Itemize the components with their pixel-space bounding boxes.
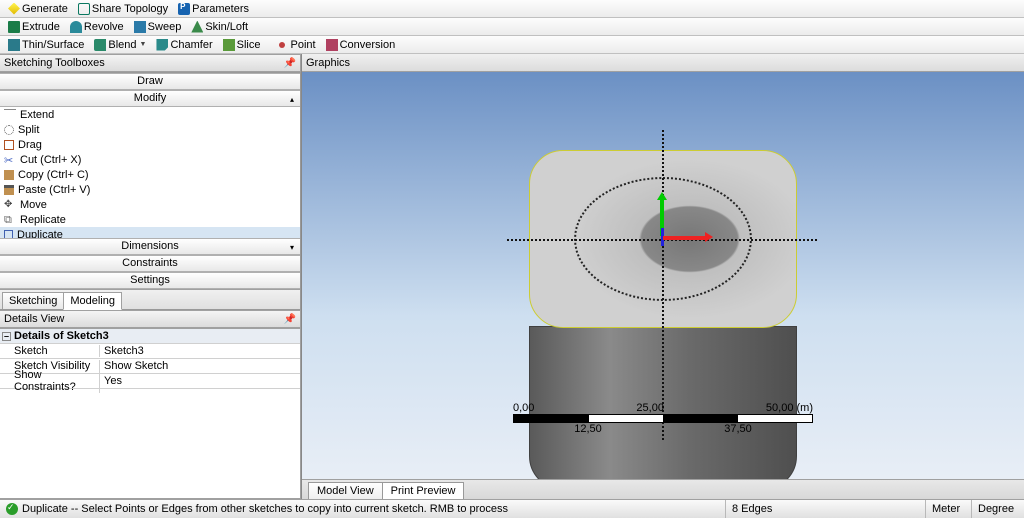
- parameters-button[interactable]: Parameters: [174, 1, 253, 17]
- chamfer-icon: [156, 39, 168, 51]
- revolve-icon: [70, 21, 82, 33]
- sketching-tab[interactable]: Sketching: [2, 292, 64, 309]
- paste-item[interactable]: Paste (Ctrl+ V): [0, 182, 300, 197]
- paste-icon: [4, 185, 14, 195]
- scale-bar: 0,0025,0050,00 (m) 12,5037,50: [513, 402, 813, 435]
- cut-icon: ✂: [4, 154, 16, 166]
- point-button[interactable]: Point: [272, 37, 319, 53]
- dropdown-icon: ▼: [140, 41, 147, 48]
- status-message: Duplicate -- Select Points or Edges from…: [0, 500, 726, 518]
- sketch-axis-v: [662, 130, 664, 440]
- model-view-tab[interactable]: Model View: [308, 482, 383, 499]
- conversion-button[interactable]: Conversion: [322, 37, 400, 53]
- move-item[interactable]: ✥Move: [0, 197, 300, 212]
- left-column: Sketching Toolboxes 📌 Draw Modify Extend…: [0, 54, 302, 499]
- status-bar: Duplicate -- Select Points or Edges from…: [0, 499, 1024, 518]
- move-icon: ✥: [4, 199, 16, 211]
- graphics-viewport[interactable]: 0,0025,0050,00 (m) 12,5037,50: [302, 72, 1024, 479]
- blend-icon: [94, 39, 106, 51]
- modeling-tab[interactable]: Modeling: [63, 292, 122, 310]
- share-topology-button[interactable]: Share Topology: [74, 1, 172, 17]
- skin-loft-button[interactable]: Skin/Loft: [187, 19, 252, 35]
- sweep-icon: [134, 21, 146, 33]
- thin-surface-button[interactable]: Thin/Surface: [4, 37, 88, 53]
- generate-button[interactable]: Generate: [4, 1, 72, 17]
- details-header[interactable]: –Details of Sketch3: [0, 329, 300, 344]
- details-row[interactable]: SketchSketch3: [0, 344, 300, 359]
- pin-icon[interactable]: 📌: [284, 314, 296, 325]
- details-view-title: Details View 📌: [0, 310, 301, 328]
- ok-icon: [6, 503, 18, 515]
- slice-icon: [223, 39, 235, 51]
- copy-item[interactable]: Copy (Ctrl+ C): [0, 167, 300, 182]
- cut-item[interactable]: ✂Cut (Ctrl+ X): [0, 152, 300, 167]
- split-item[interactable]: Split: [0, 122, 300, 137]
- settings-section[interactable]: Settings: [0, 272, 300, 289]
- collapse-icon[interactable]: –: [2, 332, 11, 341]
- extrude-icon: [8, 21, 20, 33]
- status-selection: 8 Edges: [726, 500, 926, 518]
- toolbar-row-1: Generate Share Topology Parameters: [0, 0, 1024, 18]
- copy-icon: [4, 170, 14, 180]
- duplicate-icon: [4, 230, 13, 238]
- constraints-section[interactable]: Constraints: [0, 255, 300, 272]
- extend-item[interactable]: Extend: [0, 107, 300, 122]
- point-icon: [276, 39, 288, 51]
- graphics-title: Graphics: [302, 54, 1024, 72]
- main-area: Sketching Toolboxes 📌 Draw Modify Extend…: [0, 54, 1024, 499]
- draw-section[interactable]: Draw: [0, 73, 300, 90]
- status-unit-length: Meter: [926, 500, 972, 518]
- details-view-panel: –Details of Sketch3 SketchSketch3 Sketch…: [0, 328, 301, 499]
- revolve-button[interactable]: Revolve: [66, 19, 128, 35]
- skin-loft-icon: [191, 21, 203, 33]
- triad-y-arrow-icon: [657, 192, 667, 200]
- replicate-item[interactable]: ⧉Replicate: [0, 212, 300, 227]
- topology-icon: [78, 3, 90, 15]
- blend-button[interactable]: Blend▼: [90, 37, 150, 53]
- replicate-icon: ⧉: [4, 214, 16, 226]
- toolbar-row-2: Extrude Revolve Sweep Skin/Loft: [0, 18, 1024, 36]
- modify-list: Extend Split Drag ✂Cut (Ctrl+ X) Copy (C…: [0, 107, 300, 238]
- triad-x-arrow-icon: [705, 232, 713, 242]
- toolbar-row-3: Thin/Surface Blend▼ Chamfer Slice Point …: [0, 36, 1024, 54]
- extend-icon: [4, 109, 16, 121]
- parameters-icon: [178, 3, 190, 15]
- toolbox-tabs: Sketching Modeling: [0, 289, 300, 309]
- sweep-button[interactable]: Sweep: [130, 19, 186, 35]
- triad-x-axis: [663, 236, 707, 240]
- print-preview-tab[interactable]: Print Preview: [382, 482, 465, 499]
- pin-icon[interactable]: 📌: [284, 58, 296, 69]
- details-row[interactable]: Show Constraints?Yes: [0, 374, 300, 389]
- modify-section[interactable]: Modify: [0, 90, 300, 107]
- thin-surface-icon: [8, 39, 20, 51]
- sketching-toolbox-panel: Draw Modify Extend Split Drag ✂Cut (Ctrl…: [0, 72, 301, 310]
- graphics-tabs: Model View Print Preview: [302, 479, 1024, 499]
- chamfer-button[interactable]: Chamfer: [152, 37, 216, 53]
- extrude-button[interactable]: Extrude: [4, 19, 64, 35]
- slice-button[interactable]: Slice: [219, 37, 265, 53]
- conversion-icon: [326, 39, 338, 51]
- details-grid: –Details of Sketch3 SketchSketch3 Sketch…: [0, 328, 301, 499]
- sketching-toolboxes-title: Sketching Toolboxes 📌: [0, 54, 301, 72]
- drag-item[interactable]: Drag: [0, 137, 300, 152]
- duplicate-item[interactable]: Duplicate: [0, 227, 300, 238]
- graphics-column: Graphics 0,0025,0050,00 (m) 12,5037,50 M…: [302, 54, 1024, 499]
- split-icon: [4, 125, 14, 135]
- drag-icon: [4, 140, 14, 150]
- status-unit-angle: Degree: [972, 500, 1024, 518]
- dimensions-section[interactable]: Dimensions: [0, 238, 300, 255]
- lightning-icon: [8, 3, 20, 15]
